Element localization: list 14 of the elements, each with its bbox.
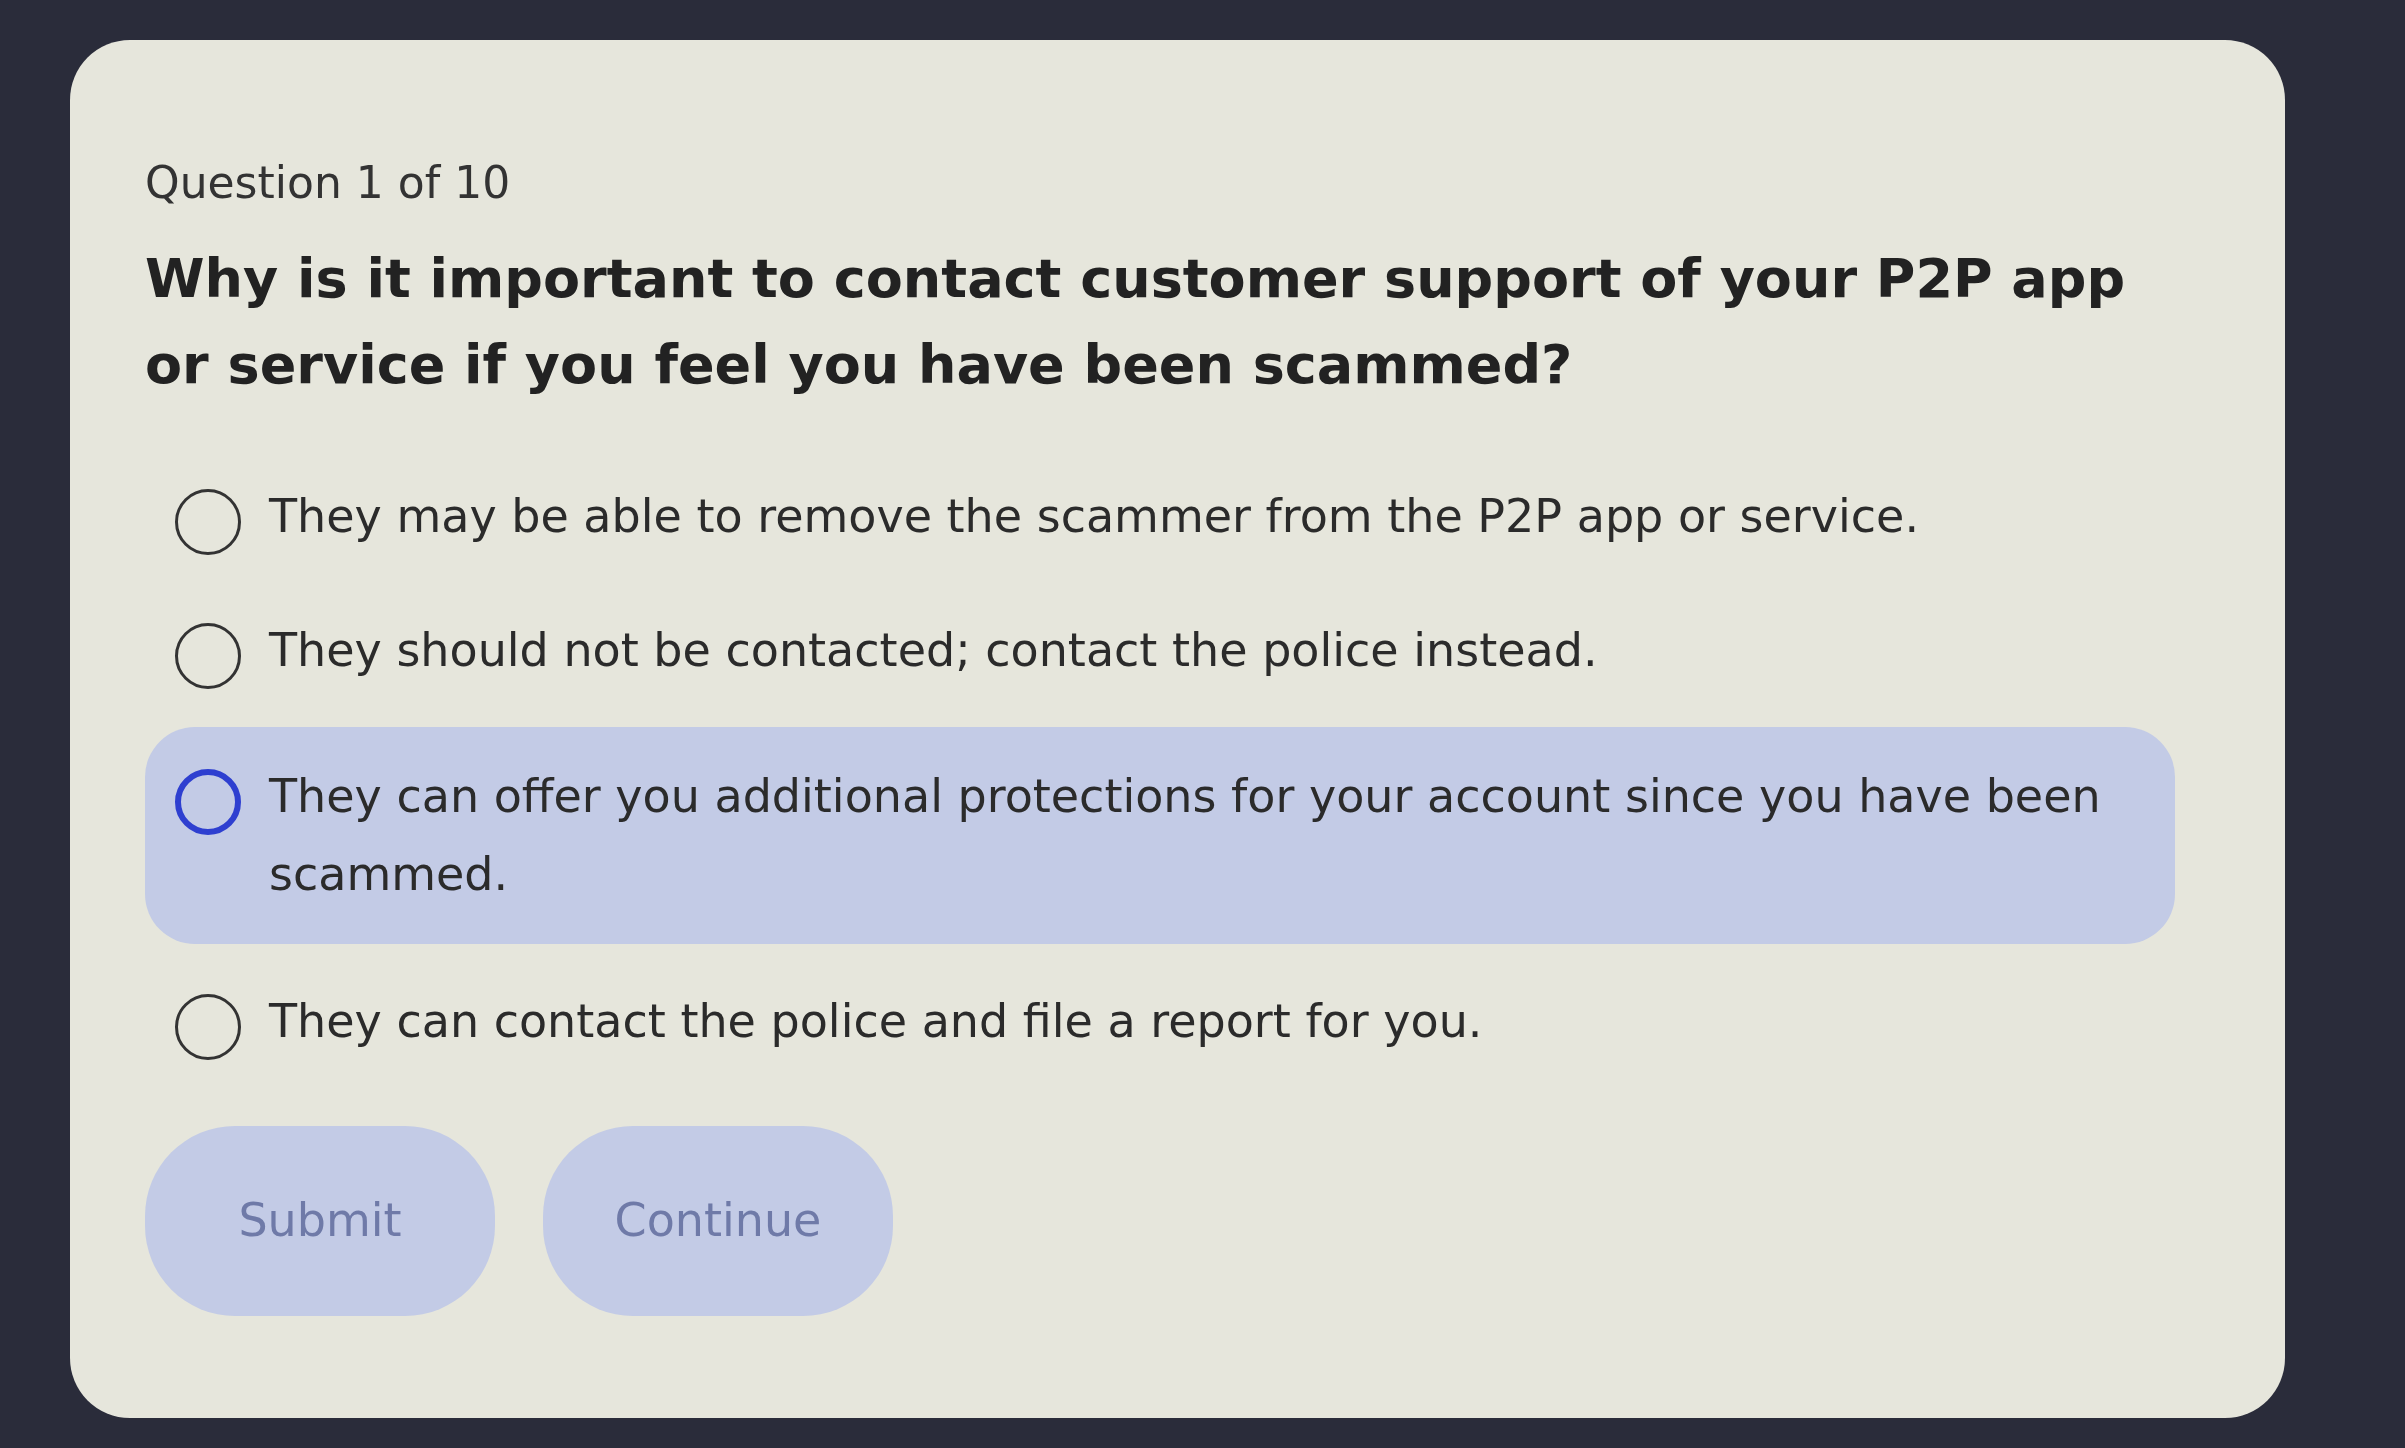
- answer-option[interactable]: They can offer you additional protections for your account since you have been scammed.: [145, 727, 2175, 944]
- answer-option[interactable]: They should not be contacted; contact the police instead.: [145, 592, 2175, 708]
- option-label: They may be able to remove the scammer from the P2P app or service.: [269, 487, 1919, 545]
- option-label: They can contact the police and file a report for you.: [269, 992, 1483, 1050]
- radio-button[interactable]: [175, 622, 241, 689]
- option-label: They can offer you additional protections for your account since you have been scammed.: [269, 768, 2102, 904]
- question-counter: Question 1 of 10: [145, 156, 512, 210]
- question-text: Why is it important to contact customer support of your P2P app or service if you feel you have been scammed?: [145, 246, 2127, 399]
- radio-button[interactable]: [175, 993, 241, 1060]
- answer-option[interactable]: They may be able to remove the scammer from the P2P app or service.: [145, 458, 2175, 573]
- radio-button[interactable]: [175, 769, 241, 836]
- answer-option[interactable]: They can contact the police and file a report for you.: [145, 963, 2175, 1078]
- option-label: They should not be contacted; contact the police instead.: [269, 621, 1598, 679]
- radio-button[interactable]: [175, 488, 241, 555]
